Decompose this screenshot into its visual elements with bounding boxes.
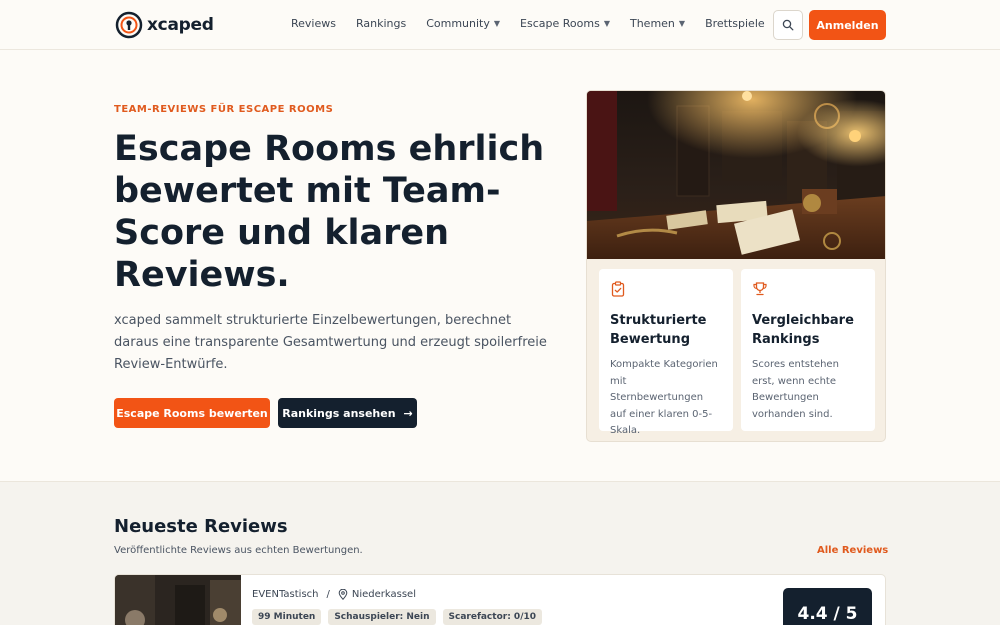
trophy-icon <box>753 282 767 296</box>
feature-comparable-rankings: Vergleichbare Rankings Scores entstehen … <box>741 269 875 431</box>
review-location: Niederkassel <box>351 589 416 600</box>
nav-label: Themen <box>629 17 675 30</box>
review-tags: 99 Minuten Schauspieler: Nein Scarefacto… <box>252 609 543 625</box>
hero-eyebrow: TEAM-REVIEWS FÜR ESCAPE ROOMS <box>114 104 334 115</box>
keyhole-logo-icon <box>115 11 143 39</box>
arrow-right-icon: → <box>403 406 413 420</box>
feature-title: Strukturierte Bewertung <box>610 313 707 347</box>
review-score-badge: 4.4 / 5 <box>783 588 872 625</box>
logo[interactable]: xcaped <box>115 10 214 40</box>
section-title: Neueste Reviews <box>114 516 288 537</box>
nav-label: Brettspiele <box>705 17 765 30</box>
site-header: xcaped Reviews Rankings Community ▼ Escap… <box>0 0 1000 50</box>
feature-title: Vergleichbare Rankings <box>752 313 854 347</box>
review-operator: EVENTastisch <box>252 589 319 600</box>
brand-name: xcaped <box>147 15 214 35</box>
login-button[interactable]: Anmelden <box>809 10 886 40</box>
nav-label: Rankings <box>355 17 407 30</box>
view-rankings-button[interactable]: Rankings ansehen → <box>278 398 417 428</box>
feature-text: Kompakte Kategorien mit Sternbewertungen… <box>610 359 718 436</box>
nav-brettspiele[interactable]: Brettspiele <box>705 17 765 30</box>
view-rankings-label: Rankings ansehen <box>282 406 396 420</box>
review-card[interactable]: EVENTastisch / Niederkassel 99 Minuten S… <box>114 574 886 625</box>
hero-feature-card: Strukturierte Bewertung Kompakte Kategor… <box>586 90 886 442</box>
meta-separator: / <box>326 589 330 600</box>
feature-text: Scores entstehen erst, wenn echte Bewert… <box>752 359 839 420</box>
nav-label: Escape Rooms <box>520 17 600 30</box>
duration-tag: 99 Minuten <box>252 609 322 625</box>
hero-title: Escape Rooms ehrlich bewertet mit Team-S… <box>114 129 545 295</box>
escape-room-hero-image <box>587 91 885 259</box>
feature-structured-rating: Strukturierte Bewertung Kompakte Kategor… <box>599 269 733 436</box>
nav-themen[interactable]: Themen ▼ <box>630 17 685 30</box>
nav-escape-rooms[interactable]: Escape Rooms ▼ <box>520 17 610 30</box>
search-button[interactable] <box>773 10 803 40</box>
chevron-down-icon: ▼ <box>493 19 501 28</box>
all-reviews-link[interactable]: Alle Reviews <box>817 545 888 556</box>
nav-rankings[interactable]: Rankings <box>356 17 406 30</box>
review-meta: EVENTastisch / Niederkassel <box>252 589 416 600</box>
nav-label: Reviews <box>291 17 336 30</box>
nav-community[interactable]: Community ▼ <box>426 17 500 30</box>
chevron-down-icon: ▼ <box>678 19 686 28</box>
review-thumbnail <box>115 575 241 625</box>
nav-label: Community <box>426 17 490 30</box>
section-subtitle: Veröffentlichte Reviews aus echten Bewer… <box>114 545 363 556</box>
nav-reviews[interactable]: Reviews <box>291 17 336 30</box>
rate-escape-rooms-button[interactable]: Escape Rooms bewerten <box>114 398 270 428</box>
clipboard-check-icon <box>611 281 625 297</box>
chevron-down-icon: ▼ <box>603 19 610 28</box>
latest-reviews-section: Neueste Reviews Veröffentlichte Reviews … <box>0 481 1000 625</box>
actors-tag: Schauspieler: Nein <box>328 609 436 625</box>
search-icon <box>782 19 794 31</box>
hero-description: xcaped sammelt strukturierte Einzelbewer… <box>114 313 547 372</box>
main-nav: Reviews Rankings Community ▼ Escape Rooms… <box>291 17 785 30</box>
map-pin-icon <box>338 589 348 600</box>
scarefactor-tag: Scarefactor: 0/10 <box>442 609 543 625</box>
